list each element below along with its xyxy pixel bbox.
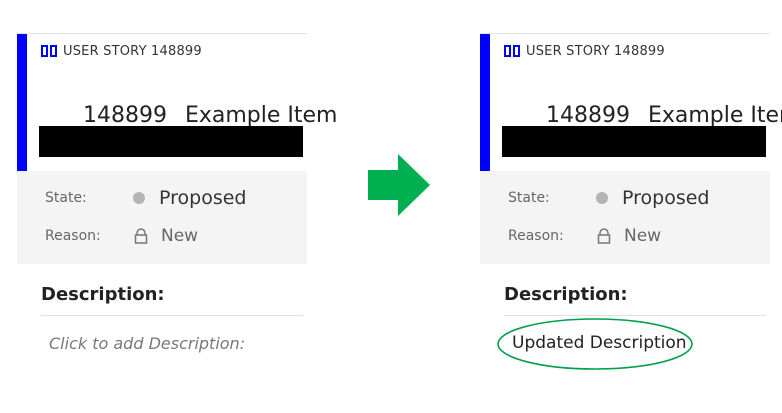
work-item-title-text: Example Item xyxy=(184,103,338,128)
description-section: Description: Updated Description xyxy=(480,264,770,384)
reason-field[interactable]: Reason: New xyxy=(508,226,661,246)
state-label: State: xyxy=(508,190,550,206)
description-section: Description: Click to add Description: xyxy=(17,264,307,384)
state-dot-icon xyxy=(133,192,145,204)
work-item-card-after: USER STORY 148899 148899 Example Item Sta… xyxy=(480,33,782,413)
book-icon xyxy=(504,45,520,57)
work-item-type-label: USER STORY 148899 xyxy=(63,43,202,59)
lock-icon xyxy=(597,228,611,244)
description-field[interactable]: Click to add Description: xyxy=(49,334,245,353)
description-field[interactable]: Updated Description xyxy=(512,333,687,353)
work-item-type-color-bar xyxy=(17,34,27,171)
work-item-type: USER STORY 148899 xyxy=(504,42,665,60)
redacted-block xyxy=(502,126,766,157)
book-icon xyxy=(41,45,57,57)
description-divider xyxy=(41,315,303,316)
work-item-header: USER STORY 148899 148899 Example Item xyxy=(17,33,337,171)
state-value[interactable]: Proposed xyxy=(159,187,246,209)
reason-label: Reason: xyxy=(45,228,101,244)
lock-icon xyxy=(134,228,148,244)
state-field[interactable]: State: Proposed xyxy=(508,187,709,209)
reason-field[interactable]: Reason: New xyxy=(45,226,198,246)
work-item-card-before: USER STORY 148899 148899 Example Item Sta… xyxy=(17,33,337,413)
work-item-type-color-bar xyxy=(480,34,490,171)
work-item-type-label: USER STORY 148899 xyxy=(526,43,665,59)
work-item-title-text: Example Item xyxy=(647,103,782,128)
state-value[interactable]: Proposed xyxy=(622,187,709,209)
state-field[interactable]: State: Proposed xyxy=(45,187,246,209)
description-divider xyxy=(504,315,766,316)
reason-label: Reason: xyxy=(508,228,564,244)
reason-value[interactable]: New xyxy=(161,226,198,246)
work-item-id: 148899 xyxy=(545,103,630,128)
description-title: Description: xyxy=(41,284,165,305)
work-item-type: USER STORY 148899 xyxy=(41,42,202,60)
arrow-right-icon xyxy=(368,154,430,216)
state-panel: State: Proposed Reason: New xyxy=(17,171,307,264)
state-panel: State: Proposed Reason: New xyxy=(480,171,770,264)
reason-value[interactable]: New xyxy=(624,226,661,246)
redacted-block xyxy=(39,126,303,157)
state-dot-icon xyxy=(596,192,608,204)
state-label: State: xyxy=(45,190,87,206)
description-title: Description: xyxy=(504,284,628,305)
work-item-header: USER STORY 148899 148899 Example Item xyxy=(480,33,782,171)
work-item-id: 148899 xyxy=(82,103,167,128)
